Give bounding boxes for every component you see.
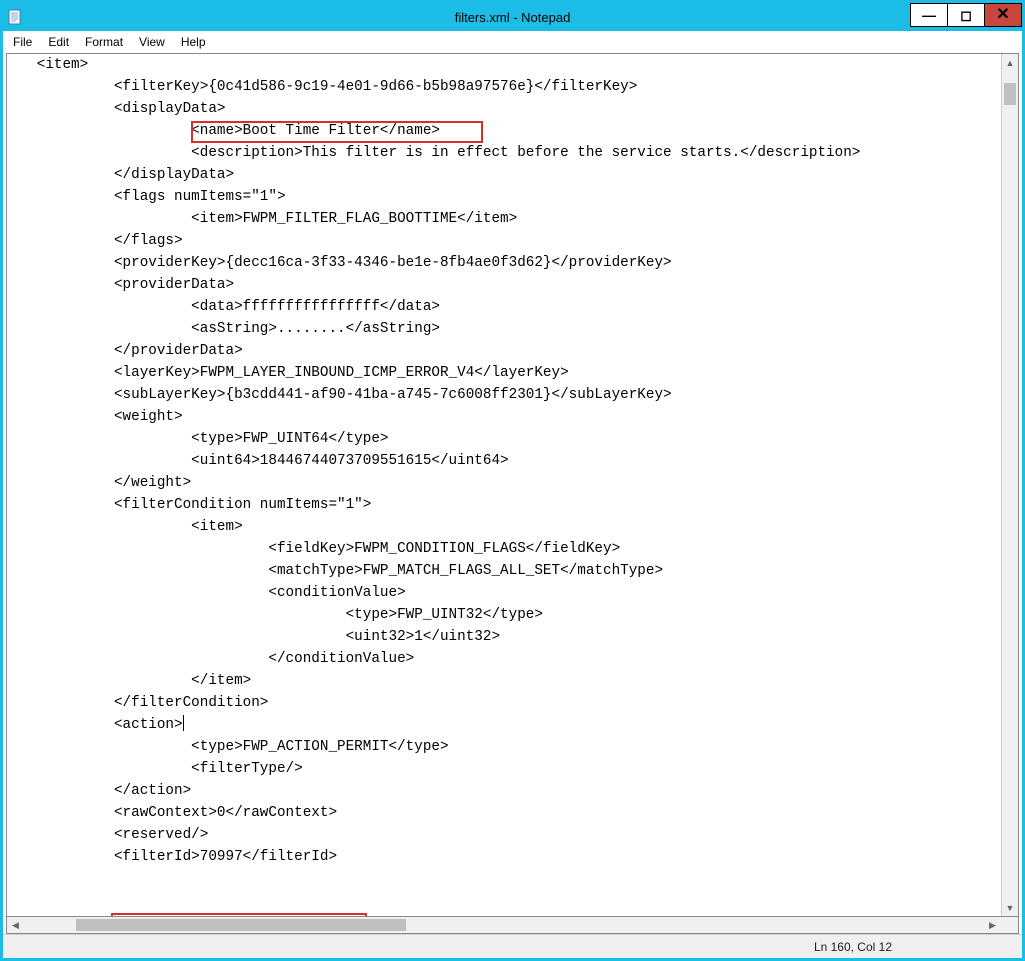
scroll-left-arrow[interactable]: ◀ bbox=[7, 917, 24, 933]
highlight-box bbox=[191, 121, 483, 143]
scroll-right-arrow[interactable]: ▶ bbox=[984, 917, 1001, 933]
scroll-down-arrow[interactable]: ▼ bbox=[1002, 899, 1018, 916]
minimize-icon: — bbox=[922, 8, 936, 22]
text-editor[interactable]: <item> <filterKey>{0c41d586-9c19-4e01-9d… bbox=[7, 54, 1001, 916]
cursor-position: Ln 160, Col 12 bbox=[814, 940, 1022, 954]
highlight-box bbox=[111, 913, 367, 916]
minimize-button[interactable]: — bbox=[910, 3, 948, 27]
menu-view[interactable]: View bbox=[131, 33, 173, 51]
horizontal-scroll-thumb[interactable] bbox=[76, 919, 406, 931]
menu-edit[interactable]: Edit bbox=[40, 33, 77, 51]
maximize-button[interactable]: ◻ bbox=[947, 3, 985, 27]
horizontal-scrollbar[interactable]: ◀ ▶ bbox=[6, 917, 1019, 934]
titlebar[interactable]: filters.xml - Notepad — ◻ ✕ bbox=[3, 3, 1022, 31]
window-title: filters.xml - Notepad bbox=[3, 10, 1022, 25]
menubar: File Edit Format View Help bbox=[3, 31, 1022, 53]
client-area: <item> <filterKey>{0c41d586-9c19-4e01-9d… bbox=[6, 53, 1019, 917]
menu-help[interactable]: Help bbox=[173, 33, 214, 51]
maximize-icon: ◻ bbox=[960, 8, 972, 22]
horizontal-scroll-track[interactable] bbox=[24, 917, 984, 933]
notepad-icon bbox=[7, 9, 23, 25]
statusbar: Ln 160, Col 12 bbox=[3, 934, 1022, 958]
vertical-scrollbar[interactable]: ▲ ▼ bbox=[1001, 54, 1018, 916]
scroll-corner bbox=[1001, 917, 1018, 933]
window-controls: — ◻ ✕ bbox=[911, 3, 1022, 27]
menu-file[interactable]: File bbox=[5, 33, 40, 51]
close-button[interactable]: ✕ bbox=[984, 3, 1022, 27]
vertical-scroll-thumb[interactable] bbox=[1004, 83, 1016, 105]
vertical-scroll-track[interactable] bbox=[1002, 71, 1018, 899]
menu-format[interactable]: Format bbox=[77, 33, 131, 51]
close-icon: ✕ bbox=[996, 7, 1009, 23]
app-window: filters.xml - Notepad — ◻ ✕ File Edit Fo… bbox=[0, 0, 1025, 961]
scroll-up-arrow[interactable]: ▲ bbox=[1002, 54, 1018, 71]
